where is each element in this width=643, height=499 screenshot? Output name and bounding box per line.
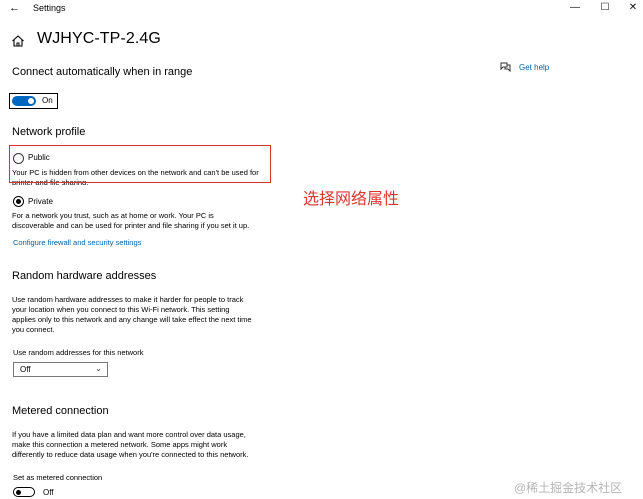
radio-selected-dot	[16, 199, 21, 204]
metered-toggle-label: Off	[43, 488, 54, 497]
chat-help-icon[interactable]	[500, 62, 511, 72]
highlight-box	[9, 145, 271, 183]
maximize-button[interactable]: ☐	[598, 1, 612, 15]
window-title: Settings	[33, 3, 66, 13]
dropdown-value: Off	[20, 365, 31, 374]
random-address-label: Use random addresses for this network	[13, 348, 144, 357]
random-hw-description: Use random hardware addresses to make it…	[12, 295, 252, 334]
back-arrow-icon[interactable]: ←	[9, 2, 20, 14]
metered-toggle[interactable]	[13, 487, 35, 497]
minimize-button[interactable]: —	[568, 1, 582, 15]
watermark: @稀土掘金技术社区	[514, 481, 623, 495]
chevron-down-icon: ⌄	[95, 364, 102, 373]
page-title: WJHYC-TP-2.4G	[37, 30, 161, 47]
annotation-text: 选择网络属性	[303, 191, 400, 208]
random-hw-heading: Random hardware addresses	[12, 270, 157, 282]
toggle-knob	[28, 98, 34, 104]
connect-auto-toggle[interactable]: On	[9, 93, 58, 109]
metered-toggle-caption: Set as metered connection	[13, 473, 103, 482]
get-help-link[interactable]: Get help	[519, 63, 549, 72]
title-bar: ← Settings — ☐ ✕	[0, 0, 643, 17]
firewall-settings-link[interactable]: Configure firewall and security settings	[13, 238, 141, 247]
toggle-state-label: On	[42, 96, 53, 105]
private-description: For a network you trust, such as at home…	[12, 211, 250, 230]
metered-description: If you have a limited data plan and want…	[12, 430, 249, 459]
network-profile-heading: Network profile	[12, 126, 86, 138]
metered-heading: Metered connection	[12, 405, 109, 417]
connect-auto-heading: Connect automatically when in range	[12, 66, 193, 78]
random-address-dropdown[interactable]: Off ⌄	[13, 362, 108, 377]
private-label[interactable]: Private	[28, 197, 53, 206]
private-radio[interactable]	[13, 196, 24, 207]
home-icon[interactable]	[11, 34, 25, 48]
toggle-knob	[16, 489, 21, 495]
close-button[interactable]: ✕	[626, 1, 640, 15]
toggle-switch-on[interactable]	[12, 96, 36, 106]
